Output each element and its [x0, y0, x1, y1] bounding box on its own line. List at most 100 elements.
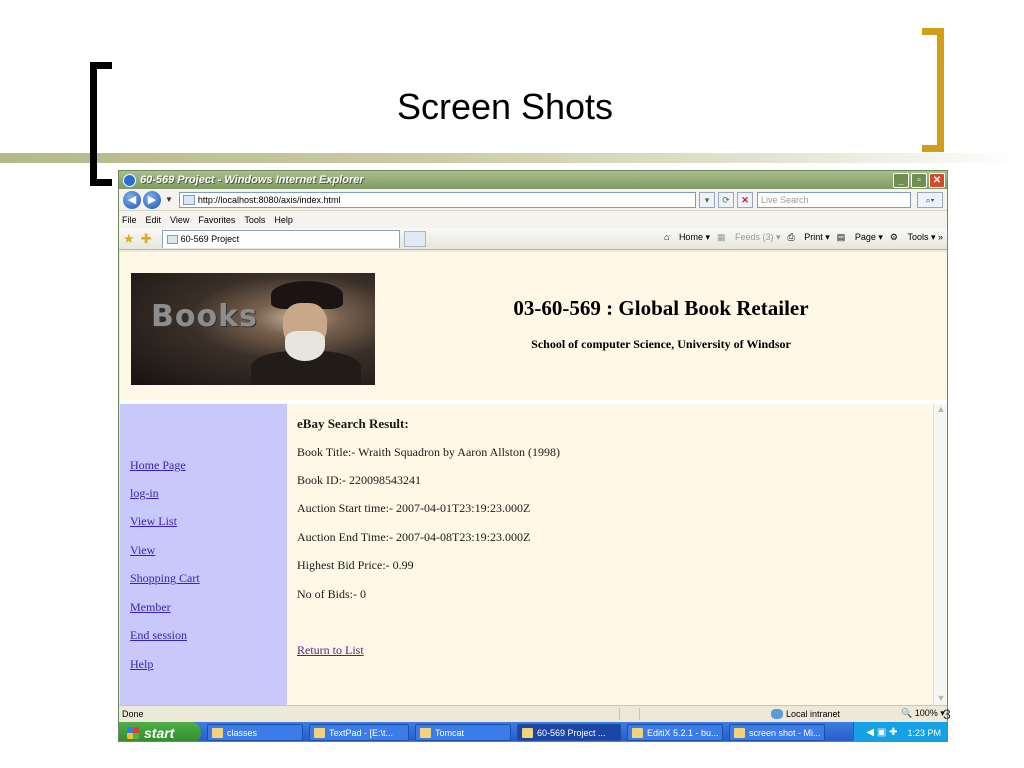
- page-menu-label: Page: [854, 232, 876, 242]
- address-input[interactable]: http://localhost:8080/axis/index.html: [178, 191, 696, 208]
- windows-flag-icon: [127, 726, 139, 739]
- result-end-time: Auction End Time:- 2007-04-08T23:19:23.0…: [297, 530, 531, 544]
- start-button[interactable]: start: [119, 722, 201, 741]
- folder-icon: [212, 727, 223, 738]
- site-title: 03-60-569 : Global Book Retailer: [513, 296, 809, 320]
- scroll-down-icon[interactable]: ▼: [935, 693, 947, 705]
- zoom-level: 100%: [914, 708, 938, 718]
- page-scrollbar[interactable]: ▲ ▼: [933, 404, 947, 705]
- print-button[interactable]: ⎙ Print ▾: [788, 232, 830, 243]
- tray-clock: 1:23 PM: [907, 727, 941, 738]
- header-photo-text: Books: [151, 299, 258, 334]
- stop-icon[interactable]: ✕: [737, 191, 753, 208]
- address-bar-row: ◀ ▶ ▼ http://localhost:8080/axis/index.h…: [119, 189, 947, 211]
- home-button[interactable]: ⌂ Home ▾: [664, 232, 710, 243]
- editix-icon: [632, 727, 643, 738]
- window-titlebar[interactable]: 60-569 Project - Windows Internet Explor…: [119, 171, 947, 189]
- taskbar-item-label: 60-569 Project ...: [537, 727, 606, 738]
- word-document-icon: [734, 727, 745, 738]
- taskbar-item-label: TextPad - [E:\t...: [329, 727, 394, 738]
- nav-view[interactable]: View: [130, 543, 155, 558]
- print-label: Print: [804, 232, 823, 242]
- security-zone[interactable]: Local intranet: [771, 708, 881, 719]
- photo-figure-beard: [285, 331, 325, 361]
- system-tray: ◀ ▣ ✚ 1:23 PM: [853, 722, 947, 741]
- history-dropdown-icon[interactable]: ▼: [165, 195, 173, 204]
- favorites-star-icon[interactable]: ★: [123, 231, 135, 247]
- browser-window: 60-569 Project - Windows Internet Explor…: [118, 170, 948, 742]
- taskbar-item-screen-shot[interactable]: screen shot - Mi...: [729, 724, 825, 741]
- taskbar-item-label: EditiX 5.2.1 - bu...: [647, 727, 719, 738]
- taskbar-item-tomcat[interactable]: Tomcat: [415, 724, 511, 741]
- result-heading: eBay Search Result:: [297, 416, 409, 431]
- close-button[interactable]: ✕: [929, 172, 945, 188]
- nav-end-session[interactable]: End session: [130, 628, 187, 643]
- intranet-globe-icon: [771, 708, 783, 719]
- nav-member[interactable]: Member: [130, 600, 171, 615]
- new-tab-button[interactable]: [403, 230, 426, 247]
- add-favorites-icon[interactable]: ✚: [141, 231, 152, 247]
- feeds-button[interactable]: ▦ Feeds (3) ▾: [717, 232, 781, 243]
- nav-log-in[interactable]: log-in: [130, 486, 159, 501]
- taskbar-item-editix[interactable]: EditiX 5.2.1 - bu...: [627, 724, 723, 741]
- nav-view-list[interactable]: View List: [130, 514, 177, 529]
- taskbar-item-label: screen shot - Mi...: [749, 727, 821, 738]
- taskbar-item-classes[interactable]: classes: [207, 724, 303, 741]
- tray-icons[interactable]: ◀ ▣ ✚: [866, 727, 897, 738]
- tools-menu-button[interactable]: ⚙ Tools ▾ »: [890, 232, 943, 243]
- start-label: start: [144, 724, 175, 741]
- menu-file[interactable]: File: [122, 215, 137, 225]
- taskbar-item-60-569-project[interactable]: 60-569 Project ...: [517, 724, 621, 741]
- window-title: 60-569 Project - Windows Internet Explor…: [140, 174, 364, 186]
- result-start-time: Auction Start time:- 2007-04-01T23:19:23…: [297, 501, 531, 515]
- page-content: Books 03-60-569 : Global Book Retailer S…: [120, 252, 947, 705]
- menu-favorites[interactable]: Favorites: [198, 215, 235, 225]
- menu-view[interactable]: View: [170, 215, 189, 225]
- search-result-panel: eBay Search Result: Book Title:- Wraith …: [287, 404, 934, 705]
- menu-help[interactable]: Help: [274, 215, 293, 225]
- page-icon: [166, 234, 178, 244]
- nav-help[interactable]: Help: [130, 657, 153, 672]
- sidebar-nav: Home Page log-in View List View Shopping…: [120, 404, 287, 705]
- ie-icon: [522, 727, 533, 738]
- menu-edit[interactable]: Edit: [146, 215, 162, 225]
- scroll-up-icon[interactable]: ▲: [935, 404, 947, 416]
- feeds-label: Feeds (3): [735, 232, 774, 242]
- tab-60-569-project[interactable]: 60-569 Project: [161, 229, 400, 248]
- site-header: Books 03-60-569 : Global Book Retailer S…: [120, 252, 947, 400]
- back-arrow-icon[interactable]: ◀: [123, 190, 141, 209]
- page-menu-button[interactable]: ▤ Page ▾: [837, 232, 883, 243]
- status-segment: [639, 707, 659, 720]
- status-segment: [619, 707, 639, 720]
- slide-number: 3: [943, 706, 951, 722]
- nav-shopping-cart[interactable]: Shopping Cart: [130, 571, 200, 586]
- console-icon: [420, 727, 431, 738]
- taskbar: start classes TextPad - [E:\t... Tomcat …: [119, 722, 947, 741]
- status-text: Done: [122, 708, 144, 719]
- page-icon: [182, 194, 195, 205]
- return-to-list-link[interactable]: Return to List: [297, 643, 364, 658]
- ie-logo-icon: [123, 173, 136, 187]
- slide-divider-line: [0, 153, 1024, 163]
- result-book-id: Book ID:- 220098543241: [297, 473, 421, 487]
- slide-title: Screen Shots: [396, 86, 614, 127]
- site-subtitle: School of computer Science, University o…: [531, 337, 791, 351]
- address-dropdown-icon[interactable]: ▾: [699, 191, 715, 208]
- search-input[interactable]: Live Search: [757, 191, 911, 208]
- zoom-control[interactable]: 🔍 100% ▾: [901, 708, 945, 719]
- menu-tools[interactable]: Tools: [244, 215, 265, 225]
- forward-arrow-icon[interactable]: ▶: [143, 190, 161, 209]
- minimize-button[interactable]: _: [893, 172, 909, 188]
- taskbar-item-textpad[interactable]: TextPad - [E:\t...: [309, 724, 409, 741]
- command-bar: ⌂ Home ▾ ▦ Feeds (3) ▾ ⎙ Print ▾ ▤ Page …: [657, 232, 943, 243]
- search-icon[interactable]: ⌕▾: [917, 191, 943, 208]
- result-num-bids: No of Bids:- 0: [297, 587, 366, 601]
- refresh-icon[interactable]: ⟳: [718, 191, 734, 208]
- nav-home-page[interactable]: Home Page: [130, 458, 186, 473]
- tab-label: 60-569 Project: [180, 234, 240, 244]
- address-text: http://localhost:8080/axis/index.html: [197, 194, 341, 205]
- result-book-title: Book Title:- Wraith Squadron by Aaron Al…: [297, 445, 560, 459]
- tab-bar: ★ ✚ 60-569 Project ⌂ Home ▾ ▦ Feeds (3) …: [119, 228, 947, 250]
- maximize-button[interactable]: ▫: [911, 172, 927, 188]
- tools-menu-label: Tools: [907, 232, 929, 242]
